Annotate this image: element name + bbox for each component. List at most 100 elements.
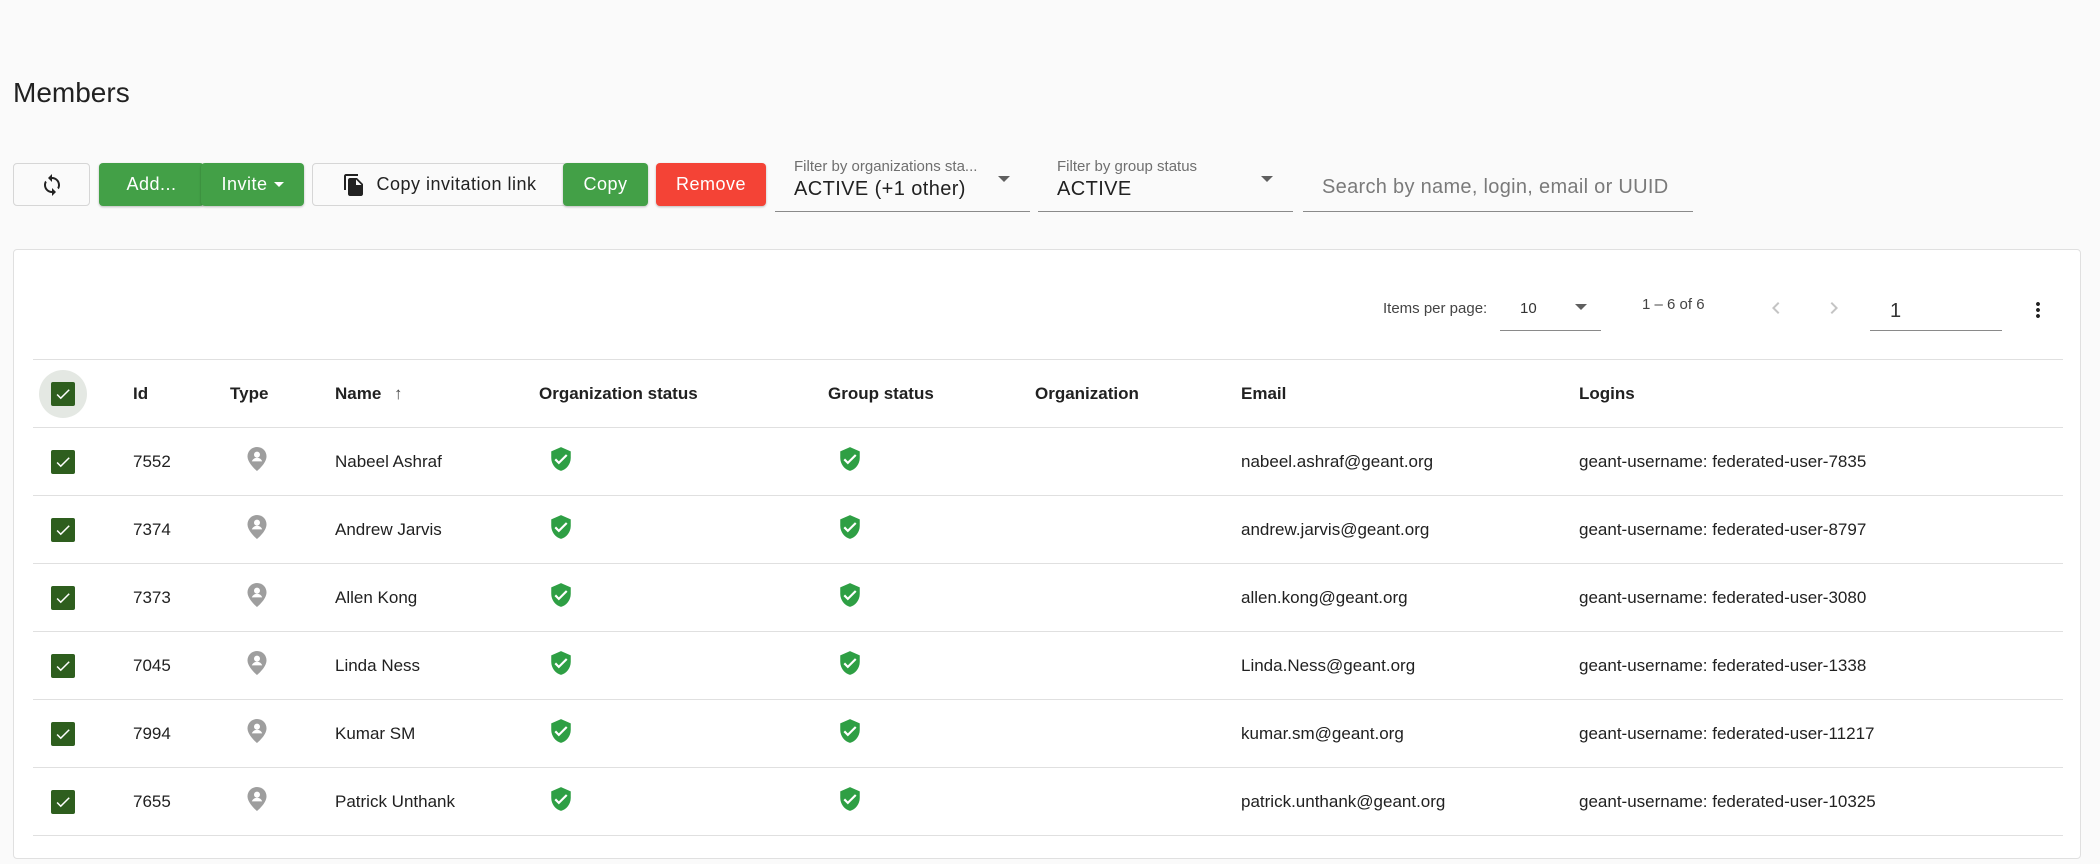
group-status-filter-label: Filter by group status xyxy=(1057,158,1198,175)
person-pin-icon xyxy=(247,583,267,607)
table-row[interactable]: 7045 Linda Ness Linda.Ness@geant.org gea… xyxy=(33,631,2063,700)
row-checkbox[interactable] xyxy=(51,721,75,746)
chevron-right-icon xyxy=(1830,302,1838,314)
copy-button[interactable]: Copy xyxy=(563,163,648,206)
cell-type xyxy=(230,699,335,768)
cell-group-status xyxy=(828,427,1035,496)
cell-email: allen.kong@geant.org xyxy=(1241,563,1579,632)
organization-status-filter-label: Filter by organizations sta... xyxy=(794,158,978,175)
cell-email: Linda.Ness@geant.org xyxy=(1241,631,1579,700)
column-header-email[interactable]: Email xyxy=(1241,359,1579,428)
group-status-filter[interactable]: Filter by group status ACTIVE xyxy=(1038,158,1293,212)
add-button-label: Add... xyxy=(126,174,177,194)
remove-button[interactable]: Remove xyxy=(656,163,766,206)
cell-organization-status xyxy=(539,563,828,632)
cell-organization-status xyxy=(539,631,828,700)
column-header-organization-status[interactable]: Organization status xyxy=(539,359,828,428)
cell-type xyxy=(230,767,335,836)
verified-shield-icon xyxy=(840,651,860,675)
cell-type xyxy=(230,427,335,496)
remove-button-label: Remove xyxy=(675,174,747,194)
organization-status-filter[interactable]: Filter by organizations sta... ACTIVE (+… xyxy=(775,158,1030,212)
cell-logins: geant-username: federated-user-1338 xyxy=(1579,631,2063,700)
verified-shield-icon xyxy=(551,719,571,743)
verified-shield-icon xyxy=(551,583,571,607)
column-header-logins[interactable]: Logins xyxy=(1579,359,2063,428)
cell-organization xyxy=(1035,563,1241,632)
select-all-checkbox[interactable] xyxy=(39,369,87,418)
person-pin-icon xyxy=(247,719,267,743)
paginator: Items per page: 10 1 – 6 of 6 1 xyxy=(14,250,2082,360)
column-header-type[interactable]: Type xyxy=(230,359,335,428)
row-checkbox[interactable] xyxy=(51,789,75,814)
row-checkbox[interactable] xyxy=(51,517,75,542)
cell-email: kumar.sm@geant.org xyxy=(1241,699,1579,768)
dropdown-arrow-icon xyxy=(998,176,1010,182)
copy-invitation-link-button[interactable]: Copy invitation link xyxy=(312,163,567,206)
row-checkbox[interactable] xyxy=(51,653,75,678)
cell-group-status xyxy=(828,767,1035,836)
cell-logins: geant-username: federated-user-10325 xyxy=(1579,767,2063,836)
cell-logins: geant-username: federated-user-3080 xyxy=(1579,563,2063,632)
person-pin-icon xyxy=(247,515,267,539)
table-row[interactable]: 7994 Kumar SM kumar.sm@geant.org geant-u… xyxy=(33,699,2063,768)
checkbox-checked-icon xyxy=(56,592,70,603)
items-per-page-label: Items per page: xyxy=(1383,300,1488,317)
checkbox-checked-icon xyxy=(56,524,70,535)
row-checkbox[interactable] xyxy=(51,585,75,610)
table-body: 7552 Nabeel Ashraf nabeel.ashraf@geant.o… xyxy=(33,427,2063,836)
verified-shield-icon xyxy=(551,787,571,811)
cell-group-status xyxy=(828,563,1035,632)
row-checkbox[interactable] xyxy=(51,449,75,474)
cell-name: Linda Ness xyxy=(335,631,539,700)
verified-shield-icon xyxy=(840,719,860,743)
items-per-page-value: 10 xyxy=(1520,300,1537,317)
column-header-group-status[interactable]: Group status xyxy=(828,359,1035,428)
verified-shield-icon xyxy=(840,515,860,539)
table-header-row: Id Type Name ↑ Organization status Group… xyxy=(33,359,2063,428)
cell-id: 7374 xyxy=(133,495,230,564)
members-table: Id Type Name ↑ Organization status Group… xyxy=(33,359,2063,836)
table-row[interactable]: 7374 Andrew Jarvis andrew.jarvis@geant.o… xyxy=(33,495,2063,564)
cell-logins: geant-username: federated-user-11217 xyxy=(1579,699,2063,768)
items-per-page-select[interactable]: 10 xyxy=(1500,287,1601,331)
cell-name: Kumar SM xyxy=(335,699,539,768)
table-row[interactable]: 7552 Nabeel Ashraf nabeel.ashraf@geant.o… xyxy=(33,427,2063,496)
cell-id: 7373 xyxy=(133,563,230,632)
cell-id: 7045 xyxy=(133,631,230,700)
previous-page-button[interactable] xyxy=(1756,288,1796,328)
next-page-button[interactable] xyxy=(1814,288,1854,328)
page-number-input[interactable]: 1 xyxy=(1870,287,2002,331)
cell-organization xyxy=(1035,495,1241,564)
table-row[interactable]: 7655 Patrick Unthank patrick.unthank@gea… xyxy=(33,767,2063,836)
more-options-button[interactable] xyxy=(2018,290,2058,330)
column-header-name[interactable]: Name ↑ xyxy=(335,359,539,428)
refresh-button[interactable] xyxy=(13,163,90,206)
invite-button[interactable]: Invite xyxy=(201,163,304,206)
dropdown-arrow-icon xyxy=(1575,304,1587,310)
cell-organization-status xyxy=(539,767,828,836)
cell-type xyxy=(230,563,335,632)
cell-organization xyxy=(1035,631,1241,700)
cell-organization-status xyxy=(539,495,828,564)
column-header-id[interactable]: Id xyxy=(133,359,230,428)
row-select-cell xyxy=(33,427,133,496)
sort-ascending-icon: ↑ xyxy=(394,383,403,403)
copy-invitation-link-label: Copy invitation link xyxy=(376,174,537,194)
column-header-organization[interactable]: Organization xyxy=(1035,359,1241,428)
cell-email: andrew.jarvis@geant.org xyxy=(1241,495,1579,564)
checkbox-checked-icon xyxy=(51,381,75,406)
cell-id: 7552 xyxy=(133,427,230,496)
verified-shield-icon xyxy=(551,515,571,539)
checkbox-checked-icon xyxy=(56,796,70,807)
search-input[interactable] xyxy=(1322,176,1682,199)
person-pin-icon xyxy=(247,787,267,811)
row-select-cell xyxy=(33,631,133,700)
cell-id: 7655 xyxy=(133,767,230,836)
cell-group-status xyxy=(828,631,1035,700)
add-button[interactable]: Add... xyxy=(99,163,204,206)
refresh-icon xyxy=(43,173,60,196)
table-row[interactable]: 7373 Allen Kong allen.kong@geant.org gea… xyxy=(33,563,2063,632)
group-status-filter-value: ACTIVE xyxy=(1057,178,1132,200)
organization-status-filter-value: ACTIVE (+1 other) xyxy=(794,178,966,200)
